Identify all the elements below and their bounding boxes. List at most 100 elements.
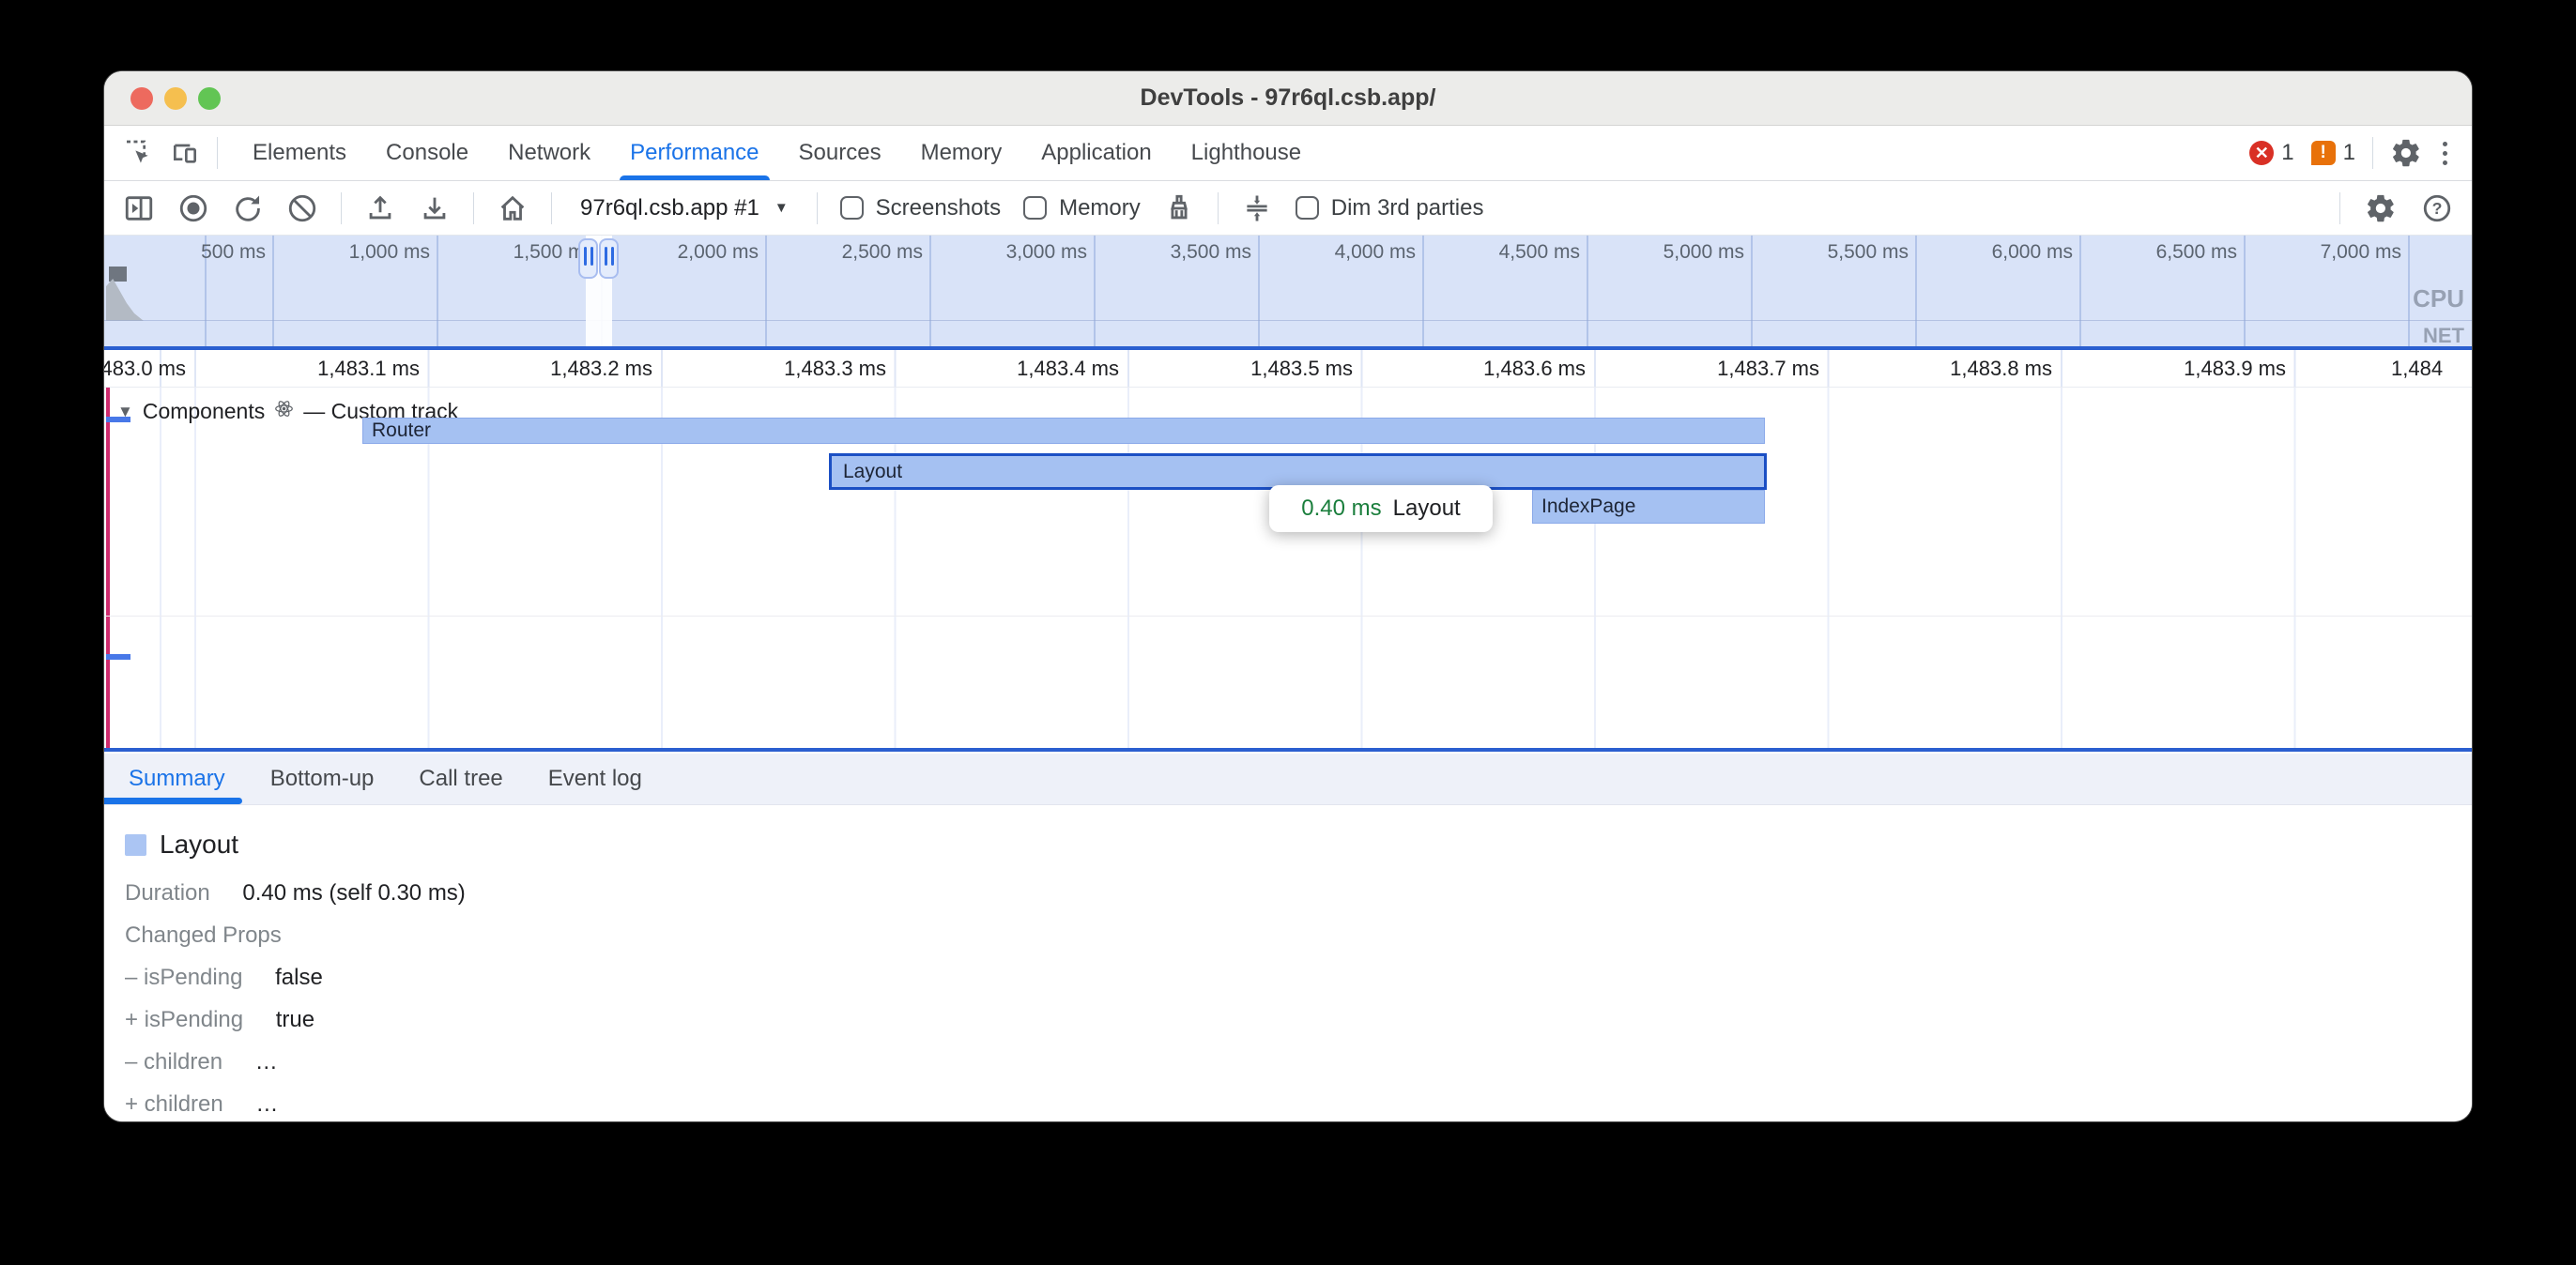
divider bbox=[817, 192, 818, 224]
overview-tick: 4,500 ms bbox=[1439, 241, 1580, 264]
dim-3rd-parties-label: Dim 3rd parties bbox=[1331, 195, 1484, 221]
chevron-down-icon: ▼ bbox=[774, 200, 789, 216]
settings-gear-icon[interactable] bbox=[2390, 137, 2422, 169]
error-badge[interactable]: ✕ 1 bbox=[2249, 140, 2293, 166]
screenshots-checkbox[interactable]: Screenshots bbox=[840, 195, 1001, 221]
divider bbox=[2339, 192, 2340, 224]
duration-tooltip: 0.40 ms Layout bbox=[1269, 485, 1493, 532]
overview-tick: 5,000 ms bbox=[1603, 241, 1744, 264]
overview-tick: 2,000 ms bbox=[618, 241, 759, 264]
device-toolbar-icon[interactable] bbox=[170, 138, 200, 168]
tab-console[interactable]: Console bbox=[366, 126, 488, 180]
inspect-element-icon[interactable] bbox=[123, 138, 153, 168]
tab-bottom-up[interactable]: Bottom-up bbox=[248, 754, 397, 804]
track-bottom-separator bbox=[104, 616, 2472, 617]
overview-tick: 500 ms bbox=[125, 241, 266, 264]
ruler-tick: 1,483.2 ms bbox=[427, 357, 652, 381]
memory-label: Memory bbox=[1059, 195, 1141, 221]
divider bbox=[217, 137, 218, 169]
clear-icon[interactable] bbox=[286, 192, 318, 224]
overview-tick: 3,500 ms bbox=[1111, 241, 1251, 264]
event-color-swatch bbox=[125, 834, 146, 856]
flame-chart[interactable]: ▼ Components — Custom track Router Layou… bbox=[104, 388, 2472, 752]
checkbox-box bbox=[1023, 196, 1047, 220]
devtools-tab-bar: Elements Console Network Performance Sou… bbox=[104, 126, 2472, 181]
tab-network[interactable]: Network bbox=[488, 126, 610, 180]
bar-label: IndexPage bbox=[1541, 495, 1635, 518]
range-handle-left[interactable] bbox=[578, 238, 598, 279]
live-metrics-home-icon[interactable] bbox=[497, 192, 529, 224]
save-profile-icon[interactable] bbox=[419, 192, 451, 224]
ruler-tick: 1,483.7 ms bbox=[1594, 357, 1819, 381]
summary-panel: Layout Duration 0.40 ms (self 0.30 ms) C… bbox=[104, 805, 2472, 1122]
ruler-tick: 1,483.6 ms bbox=[1360, 357, 1586, 381]
record-icon[interactable] bbox=[177, 192, 209, 224]
tab-performance[interactable]: Performance bbox=[610, 126, 778, 180]
tab-elements[interactable]: Elements bbox=[233, 126, 366, 180]
svg-text:?: ? bbox=[2432, 199, 2443, 218]
target-selector-dropdown[interactable]: 97r6ql.csb.app #1 ▼ bbox=[575, 195, 794, 221]
ruler-tick: 1,484 bbox=[2391, 357, 2472, 381]
summary-row-value: true bbox=[276, 1007, 314, 1032]
capture-settings-gear-icon[interactable] bbox=[2365, 192, 2397, 224]
load-profile-icon[interactable] bbox=[364, 192, 396, 224]
tab-event-log[interactable]: Event log bbox=[526, 754, 665, 804]
tab-lighthouse[interactable]: Lighthouse bbox=[1172, 126, 1321, 180]
collapse-tracks-icon[interactable] bbox=[1241, 192, 1273, 224]
overview-tick: 1,500 ms bbox=[453, 241, 594, 264]
tooltip-name: Layout bbox=[1393, 495, 1461, 522]
help-icon[interactable]: ? bbox=[2421, 192, 2453, 224]
collect-garbage-icon[interactable] bbox=[1163, 192, 1195, 224]
devtools-window: DevTools - 97r6ql.csb.app/ Elements Cons… bbox=[103, 70, 2473, 1122]
range-handle-right[interactable] bbox=[599, 238, 619, 279]
error-count: 1 bbox=[2281, 140, 2293, 166]
issues-count: 1 bbox=[2343, 140, 2355, 166]
cpu-net-separator bbox=[104, 320, 2472, 321]
cpu-lane-label: CPU bbox=[2413, 284, 2464, 313]
summary-row-label: + isPending bbox=[125, 1007, 243, 1032]
divider bbox=[2372, 137, 2373, 169]
record-and-reload-icon[interactable] bbox=[232, 192, 264, 224]
summary-row: + isPending true bbox=[125, 1007, 2472, 1033]
flame-bar-router[interactable]: Router bbox=[362, 418, 1765, 444]
ruler-tick: 1,483.5 ms bbox=[1127, 357, 1353, 381]
overview-tick: 6,000 ms bbox=[1932, 241, 2073, 264]
summary-title: Layout bbox=[160, 830, 238, 860]
summary-row: Duration 0.40 ms (self 0.30 ms) bbox=[125, 880, 2472, 907]
detail-time-ruler[interactable]: 1,483.0 ms 1,483.1 ms 1,483.2 ms 1,483.3… bbox=[104, 350, 2472, 388]
bar-label: Router bbox=[372, 419, 431, 442]
memory-checkbox[interactable]: Memory bbox=[1023, 195, 1141, 221]
overview-tick: 4,000 ms bbox=[1275, 241, 1416, 264]
performance-toolbar: 97r6ql.csb.app #1 ▼ Screenshots Memory D… bbox=[104, 181, 2472, 236]
divider bbox=[551, 192, 552, 224]
window-title: DevTools - 97r6ql.csb.app/ bbox=[104, 84, 2472, 112]
summary-row-label: – children bbox=[125, 1049, 222, 1074]
ruler-tick: 1,483.1 ms bbox=[194, 357, 420, 381]
tab-call-tree[interactable]: Call tree bbox=[396, 754, 525, 804]
summary-row: + children … bbox=[125, 1091, 2472, 1118]
toggle-sidebar-icon[interactable] bbox=[123, 192, 155, 224]
more-options-kebab-icon[interactable] bbox=[2439, 138, 2451, 169]
summary-row-label: – isPending bbox=[125, 965, 242, 990]
tab-application[interactable]: Application bbox=[1021, 126, 1171, 180]
summary-row: Changed Props bbox=[125, 922, 2472, 949]
checkbox-box bbox=[840, 196, 864, 220]
tab-memory[interactable]: Memory bbox=[901, 126, 1022, 180]
flame-bar-indexpage[interactable]: IndexPage bbox=[1532, 490, 1765, 524]
summary-row: – isPending false bbox=[125, 965, 2472, 991]
range-dash-bottom bbox=[106, 654, 130, 660]
issues-badge[interactable]: ! 1 bbox=[2311, 140, 2355, 166]
screenshots-label: Screenshots bbox=[876, 195, 1001, 221]
flame-bottom-line bbox=[104, 748, 2472, 752]
tab-sources[interactable]: Sources bbox=[779, 126, 901, 180]
tab-summary[interactable]: Summary bbox=[104, 754, 248, 804]
screenshot-thumbnail bbox=[109, 267, 127, 282]
summary-row-value: … bbox=[255, 1049, 278, 1074]
overview-tick: 3,000 ms bbox=[946, 241, 1087, 264]
divider bbox=[341, 192, 342, 224]
ruler-tick: 1,483.0 ms bbox=[104, 357, 186, 381]
timeline-overview[interactable]: 500 ms 1,000 ms 1,500 ms 2,000 ms 2,500 … bbox=[104, 236, 2472, 350]
dim-3rd-parties-checkbox[interactable]: Dim 3rd parties bbox=[1296, 195, 1484, 221]
overview-tick: 7,000 ms bbox=[2261, 241, 2401, 264]
collapse-triangle-icon[interactable]: ▼ bbox=[117, 403, 133, 421]
